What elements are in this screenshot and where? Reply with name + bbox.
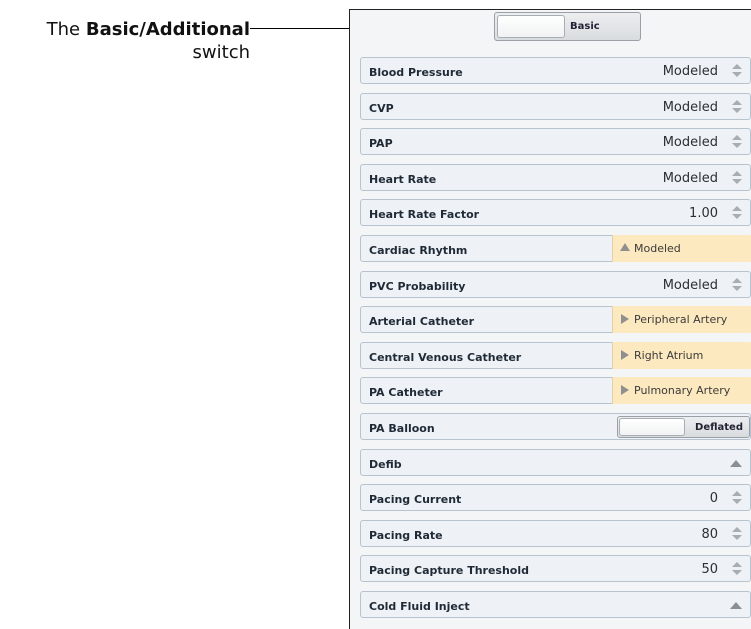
stepper-up-icon[interactable]	[732, 135, 742, 140]
param-row-arterial-catheter[interactable]: Arterial Catheter Peripheral Artery	[360, 306, 751, 333]
param-row-defib[interactable]: Defib	[360, 449, 751, 476]
stepper-down-icon[interactable]	[732, 570, 742, 575]
param-name: PA Catheter	[369, 386, 443, 399]
switch-knob[interactable]	[497, 15, 565, 38]
param-value: Modeled	[662, 171, 718, 186]
callout-line-1: The Basic/Additional	[47, 18, 250, 42]
stepper-up-icon[interactable]	[732, 527, 742, 532]
expand-triangle-icon[interactable]	[730, 460, 742, 467]
stepper-up-icon[interactable]	[732, 64, 742, 69]
triangle-right-icon	[621, 350, 629, 360]
param-value: 0	[709, 491, 718, 506]
stepper-down-icon[interactable]	[732, 535, 742, 540]
param-value: Modeled	[662, 64, 718, 79]
stepper-up-icon[interactable]	[732, 562, 742, 567]
param-name: Pacing Rate	[369, 529, 443, 542]
param-value: Modeled	[662, 135, 718, 150]
param-name: Arterial Catheter	[369, 315, 475, 328]
stepper-up-icon[interactable]	[732, 491, 742, 496]
stepper-up-icon[interactable]	[732, 171, 742, 176]
param-value: Modeled	[662, 278, 718, 293]
param-name: Defib	[369, 458, 402, 471]
param-value: Modeled	[634, 242, 681, 255]
param-name: Pacing Current	[369, 493, 462, 506]
stepper-icon[interactable]	[732, 562, 742, 576]
param-name: Pacing Capture Threshold	[369, 564, 529, 577]
stepper-icon[interactable]	[732, 135, 742, 149]
param-row-pacing-rate[interactable]: Pacing Rate 80	[360, 520, 751, 547]
param-name: PVC Probability	[369, 280, 466, 293]
param-row-pa-balloon[interactable]: PA Balloon Deflated	[360, 413, 751, 440]
stepper-icon[interactable]	[732, 171, 742, 185]
param-name: CVP	[369, 102, 394, 115]
param-name: Blood Pressure	[369, 66, 463, 79]
stepper-up-icon[interactable]	[732, 278, 742, 283]
callout-line-2: switch	[192, 42, 250, 63]
basic-additional-switch[interactable]: Basic	[494, 12, 641, 41]
stepper-down-icon[interactable]	[732, 214, 742, 219]
param-name: Heart Rate	[369, 173, 437, 186]
param-value: 80	[701, 527, 718, 542]
param-value: Pulmonary Artery	[634, 384, 731, 397]
triangle-right-icon	[621, 385, 629, 395]
param-selector[interactable]: Modeled	[612, 235, 751, 262]
stepper-down-icon[interactable]	[732, 179, 742, 184]
triangle-right-icon	[621, 314, 629, 324]
param-value: 1.00	[689, 206, 718, 221]
stepper-down-icon[interactable]	[732, 286, 742, 291]
param-row-cold-fluid-inject[interactable]: Cold Fluid Inject	[360, 591, 751, 618]
stepper-down-icon[interactable]	[732, 72, 742, 77]
parameters-panel: Basic Blood Pressure Modeled CVP Modeled PAP…	[349, 9, 751, 629]
param-name: Cold Fluid Inject	[369, 600, 470, 613]
callout-bold: Basic/Additional	[85, 19, 250, 40]
param-row-cardiac-rhythm[interactable]: Cardiac Rhythm Modeled	[360, 235, 751, 262]
param-selector[interactable]: Peripheral Artery	[612, 306, 751, 333]
param-row-pacing-current[interactable]: Pacing Current 0	[360, 484, 751, 511]
param-value: Right Atrium	[634, 349, 704, 362]
param-value: Peripheral Artery	[634, 313, 728, 326]
balloon-toggle[interactable]: Deflated	[617, 416, 750, 438]
stepper-down-icon[interactable]	[732, 499, 742, 504]
stepper-icon[interactable]	[732, 100, 742, 114]
stepper-icon[interactable]	[732, 64, 742, 78]
param-row-cvp[interactable]: CVP Modeled	[360, 93, 751, 120]
stepper-down-icon[interactable]	[732, 108, 742, 113]
stepper-icon[interactable]	[732, 206, 742, 220]
param-name: PA Balloon	[369, 422, 435, 435]
stepper-up-icon[interactable]	[732, 100, 742, 105]
stepper-down-icon[interactable]	[732, 143, 742, 148]
param-value: 50	[701, 562, 718, 577]
param-selector[interactable]: Right Atrium	[612, 342, 751, 369]
toggle-knob[interactable]	[619, 418, 685, 436]
param-row-blood-pressure[interactable]: Blood Pressure Modeled	[360, 57, 751, 84]
toggle-label: Deflated	[695, 422, 743, 433]
param-row-heart-rate-factor[interactable]: Heart Rate Factor 1.00	[360, 199, 751, 226]
param-row-pvc-probability[interactable]: PVC Probability Modeled	[360, 271, 751, 298]
param-value: Modeled	[662, 100, 718, 115]
param-name: Cardiac Rhythm	[369, 244, 468, 257]
expand-triangle-icon[interactable]	[730, 602, 742, 609]
param-name: Central Venous Catheter	[369, 351, 522, 364]
param-selector[interactable]: Pulmonary Artery	[612, 377, 751, 404]
param-row-central-venous-catheter[interactable]: Central Venous Catheter Right Atrium	[360, 342, 751, 369]
param-name: Heart Rate Factor	[369, 208, 480, 221]
param-row-heart-rate[interactable]: Heart Rate Modeled	[360, 164, 751, 191]
triangle-up-icon	[620, 243, 630, 251]
stepper-icon[interactable]	[732, 491, 742, 505]
switch-label: Basic	[570, 21, 600, 32]
callout-prefix: The	[46, 19, 86, 40]
stepper-icon[interactable]	[732, 527, 742, 541]
stepper-up-icon[interactable]	[732, 206, 742, 211]
stepper-icon[interactable]	[732, 278, 742, 292]
param-row-pa-catheter[interactable]: PA Catheter Pulmonary Artery	[360, 377, 751, 404]
param-name: PAP	[369, 137, 393, 150]
param-row-pap[interactable]: PAP Modeled	[360, 128, 751, 155]
param-row-pacing-capture-threshold[interactable]: Pacing Capture Threshold 50	[360, 555, 751, 582]
